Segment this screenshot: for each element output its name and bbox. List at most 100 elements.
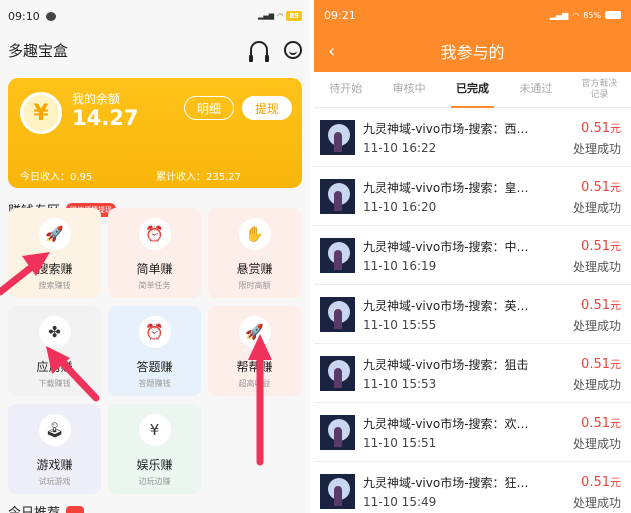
list-item[interactable]: 九灵神域-vivo市场-搜索：中… 11-10 16:19 0.51元 处理成功: [314, 226, 631, 285]
task-amount: 0.51元: [581, 239, 621, 254]
list-item[interactable]: 九灵神域-vivo市场-搜索：西… 11-10 16:22 0.51元 处理成功: [314, 108, 631, 167]
list-item[interactable]: 九灵神域-vivo市场-搜索：狂… 11-10 15:49 0.51元 处理成功: [314, 462, 631, 513]
hand-coin-icon: ✋: [238, 218, 271, 250]
detail-button[interactable]: 明细: [184, 96, 234, 120]
task-result: 处理成功: [572, 378, 621, 392]
task-result: 处理成功: [572, 201, 621, 215]
tile-subtitle: 答题赚钱: [138, 379, 171, 388]
earn-grid: 🚀 搜索赚 搜索赚钱 ⏰ 简单赚 简单任务 ✋ 悬赏赚 限时高额 ✤ 应用赚 下…: [8, 208, 308, 494]
status-bar: 09:10 ▂▄▆ ◠ 89: [0, 0, 310, 32]
alarm-icon: ⏰: [138, 316, 171, 348]
orange-header: 09:21 ▂▄▆ ◠ 85% ‹ 我参与的: [314, 0, 631, 72]
total-income: 累计收入：235.27: [156, 172, 241, 183]
task-result: 处理成功: [572, 496, 621, 510]
game-thumbnail: [320, 414, 355, 450]
task-result: 处理成功: [572, 142, 621, 156]
task-result: 处理成功: [572, 319, 621, 333]
yen-coin-icon: ¥: [20, 92, 62, 134]
app-title: 多趣宝盒: [8, 41, 69, 60]
status-bar: 09:21 ▂▄▆ ◠ 85%: [314, 0, 631, 30]
task-amount: 0.51元: [581, 475, 621, 490]
recommend-title: 今日推荐: [8, 502, 60, 513]
tile-title: 应用赚: [36, 360, 73, 374]
game-thumbnail: [320, 237, 355, 273]
balance-card: ¥ 我的余额 14.27 明细 提现 今日收入：0.95 累计收入：235.27: [8, 78, 302, 188]
rocket-icon: 🚀: [238, 316, 271, 348]
list-item[interactable]: 九灵神域-vivo市场-搜索：皇… 11-10 16:20 0.51元 处理成功: [314, 167, 631, 226]
tile-subtitle: 限时高额: [238, 281, 271, 290]
rocket-icon: 🚀: [38, 218, 71, 250]
task-result: 处理成功: [572, 437, 621, 451]
tile-subtitle: 搜索赚钱: [38, 281, 71, 290]
tile-simple[interactable]: ⏰ 简单赚 简单任务: [108, 208, 201, 298]
balance-label: 我的余额: [72, 92, 121, 106]
joystick-icon: 🕹: [38, 414, 71, 446]
recommend-badge: [66, 505, 85, 513]
chat-icon: [45, 11, 56, 21]
tab-completed[interactable]: 已完成: [441, 72, 504, 108]
tile-fun[interactable]: ¥ 娱乐赚 边玩边赚: [108, 404, 201, 494]
today-income: 今日收入：0.95: [20, 172, 93, 183]
alarm-icon: ⏰: [138, 218, 171, 250]
game-thumbnail: [320, 119, 355, 155]
tile-help[interactable]: 🚀 帮帮赚 超高收益: [208, 306, 301, 396]
apps-icon: ✤: [38, 316, 71, 348]
tile-subtitle: 边玩边赚: [138, 477, 171, 486]
status-tabs: 待开始 审核中 已完成 未通过 官方裁决记录: [314, 72, 631, 108]
app-bar: 多趣宝盒: [0, 32, 310, 68]
tile-subtitle: 试玩游戏: [38, 477, 71, 486]
back-chevron-icon[interactable]: ‹: [328, 41, 335, 62]
tile-search[interactable]: 🚀 搜索赚 搜索赚钱: [8, 208, 101, 298]
right-screen: 09:21 ▂▄▆ ◠ 85% ‹ 我参与的 待开始 审核中 已完成 未通过 官…: [314, 0, 631, 513]
balance-amount: 14.27: [72, 106, 139, 130]
tile-reward[interactable]: ✋ 悬赏赚 限时高额: [208, 208, 301, 298]
signal-icon: ▂▄▆: [257, 12, 275, 20]
tile-title: 帮帮赚: [236, 360, 273, 374]
task-amount: 0.51元: [581, 180, 621, 195]
task-amount: 0.51元: [581, 121, 621, 136]
tab-label: 官方裁决记录: [581, 79, 618, 100]
tile-title: 答题赚: [136, 360, 173, 374]
task-list: 九灵神域-vivo市场-搜索：西… 11-10 16:22 0.51元 处理成功 …: [314, 108, 631, 513]
list-item[interactable]: 九灵神域-vivo市场-搜索：英… 11-10 15:55 0.51元 处理成功: [314, 285, 631, 344]
withdraw-button[interactable]: 提现: [242, 96, 292, 120]
battery-percent: 85%: [583, 10, 601, 20]
nav-bar: ‹ 我参与的: [314, 30, 631, 72]
game-thumbnail: [320, 473, 355, 509]
smile-icon[interactable]: [284, 41, 302, 59]
tab-pending[interactable]: 待开始: [314, 72, 377, 108]
tile-apps[interactable]: ✤ 应用赚 下载赚钱: [8, 306, 101, 396]
battery-icon: [605, 11, 621, 19]
tile-title: 游戏赚: [36, 458, 73, 472]
tile-game[interactable]: 🕹 游戏赚 试玩游戏: [8, 404, 101, 494]
game-thumbnail: [320, 355, 355, 391]
tab-official-ruling[interactable]: 官方裁决记录: [568, 72, 631, 108]
game-thumbnail: [320, 178, 355, 214]
wifi-icon: ◠: [572, 10, 580, 20]
task-amount: 0.51元: [581, 357, 621, 372]
game-thumbnail: [320, 296, 355, 332]
tile-subtitle: 下载赚钱: [38, 379, 71, 388]
tile-quiz[interactable]: ⏰ 答题赚 答题赚钱: [108, 306, 201, 396]
recommend-header: 今日推荐: [8, 502, 85, 513]
status-time: 09:21: [324, 8, 356, 22]
tile-title: 娱乐赚: [136, 458, 173, 472]
page-title: 我参与的: [440, 43, 505, 62]
tile-title: 简单赚: [136, 262, 173, 276]
tile-subtitle: 简单任务: [138, 281, 171, 290]
list-item[interactable]: 九灵神域-vivo市场-搜索：狙击 11-10 15:53 0.51元 处理成功: [314, 344, 631, 403]
task-result: 处理成功: [572, 260, 621, 274]
list-item[interactable]: 九灵神域-vivo市场-搜索：欢… 11-10 15:51 0.51元 处理成功: [314, 403, 631, 462]
tile-title: 搜索赚: [36, 262, 73, 276]
tile-title: 悬赏赚: [236, 262, 273, 276]
tab-reviewing[interactable]: 审核中: [377, 72, 440, 108]
status-time: 09:10: [8, 9, 40, 23]
task-amount: 0.51元: [581, 416, 621, 431]
headset-icon[interactable]: [249, 41, 269, 62]
task-amount: 0.51元: [581, 298, 621, 313]
wifi-icon: ◠: [277, 12, 284, 20]
coin-icon: ¥: [138, 414, 171, 446]
left-screen: 09:10 ▂▄▆ ◠ 89 多趣宝盒 ¥ 我的余额 14.27 明细 提现 今…: [0, 0, 310, 513]
battery-icon: 89: [286, 11, 302, 21]
tab-rejected[interactable]: 未通过: [504, 72, 567, 108]
